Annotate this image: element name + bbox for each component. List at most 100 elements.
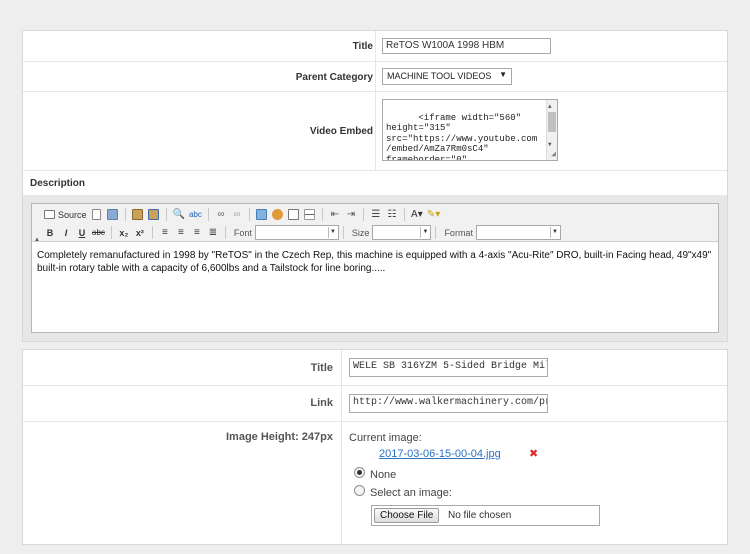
video-form-panel: Title ReTOS W100A 1998 HBM Parent Catego…: [22, 30, 728, 342]
source-label: Source: [58, 209, 87, 220]
scroll-up-icon[interactable]: ▲: [548, 102, 552, 113]
unlink-icon: ∞: [233, 209, 241, 220]
paste-button[interactable]: [130, 207, 146, 223]
image-height-value: 247px: [301, 431, 333, 443]
link-input[interactable]: http://www.walkermachinery.com/pro: [349, 394, 548, 413]
preview-icon: [107, 209, 119, 220]
description-label: Description: [30, 178, 86, 189]
radio-select-image[interactable]: [354, 485, 365, 496]
font-dropdown-icon: ▼: [327, 227, 337, 238]
underline-button[interactable]: U: [74, 225, 90, 241]
delete-image-icon[interactable]: ✖: [529, 447, 538, 460]
title-input[interactable]: ReTOS W100A 1998 HBM: [382, 38, 551, 54]
size-combo[interactable]: ▼: [372, 225, 432, 240]
paste-word-button[interactable]: [146, 207, 162, 223]
spellcheck-button[interactable]: abc: [187, 207, 204, 223]
resize-grip-icon[interactable]: ◢: [551, 150, 556, 161]
align-left-icon: ≡: [161, 227, 168, 238]
category-row: Parent Category MACHINE TOOL VIDEOS ▼: [23, 62, 727, 92]
bulleted-list-icon: ☷: [387, 209, 397, 220]
radio-none-label: None: [370, 469, 397, 481]
paste-word-icon: [148, 209, 160, 220]
indent-icon: ⇥: [346, 209, 356, 220]
background-color-button[interactable]: ✎▾: [425, 207, 442, 223]
align-center-button[interactable]: ≡: [173, 225, 189, 241]
source-button[interactable]: Source: [42, 207, 89, 223]
link-title-input[interactable]: WELE SB 316YZM 5-Sided Bridge Mill: [349, 358, 548, 377]
link-title-label: Title: [310, 362, 333, 374]
title-label: Title: [352, 41, 373, 52]
format-label: Format: [444, 227, 473, 238]
strike-button[interactable]: abc: [90, 225, 107, 241]
numbered-list-icon: ☰: [371, 209, 381, 220]
italic-button[interactable]: I: [58, 225, 74, 241]
numbered-list-button[interactable]: ☰: [368, 207, 384, 223]
image-height-label: Image Height: 247px: [23, 431, 333, 443]
flash-button[interactable]: [270, 207, 286, 223]
image-icon: [256, 209, 268, 220]
image-height-caption: Image Height:: [226, 431, 299, 443]
no-file-chosen-text: No file chosen: [448, 510, 512, 521]
choose-file-button[interactable]: Choose File: [374, 508, 440, 523]
editor-wrapper: ▲ Source 🔍 abc ∞ ∞ ⇤ ⇥ ☰ ☷ A▾ ✎▾ B I U a…: [23, 195, 727, 341]
align-justify-icon: ≣: [208, 227, 218, 238]
align-justify-button[interactable]: ≣: [205, 225, 221, 241]
category-select-value: MACHINE TOOL VIDEOS: [387, 71, 492, 81]
unlink-button[interactable]: ∞: [229, 207, 245, 223]
embed-label: Video Embed: [309, 126, 373, 137]
find-button[interactable]: 🔍: [171, 207, 187, 223]
indent-button[interactable]: ⇥: [343, 207, 359, 223]
radio-select-image-label: Select an image:: [370, 487, 452, 499]
align-center-icon: ≡: [177, 227, 184, 238]
image-row: Image Height: 247px Current image: 2017-…: [23, 422, 727, 544]
background-color-icon: ✎▾: [426, 209, 441, 220]
size-label: Size: [351, 227, 370, 238]
bold-button[interactable]: B: [42, 225, 58, 241]
table-button[interactable]: [286, 207, 302, 223]
spellcheck-icon: abc: [188, 210, 202, 219]
superscript-button[interactable]: x²: [132, 225, 148, 241]
link-row: Link http://www.walkermachinery.com/pro: [23, 386, 727, 422]
align-right-button[interactable]: ≡: [189, 225, 205, 241]
link-label: Link: [310, 397, 333, 409]
text-color-icon: A▾: [411, 209, 423, 220]
toolbar-row-2: B I U abc x₂ x² ≡ ≡ ≡ ≣ Font ▼ Size ▼ Fo…: [42, 224, 561, 241]
image-button[interactable]: [254, 207, 270, 223]
link-form-panel: Title WELE SB 316YZM 5-Sided Bridge Mill…: [22, 349, 728, 545]
title-row: Title ReTOS W100A 1998 HBM: [23, 31, 727, 62]
embed-textarea[interactable]: <iframe width="560" height="315" src="ht…: [382, 99, 558, 161]
format-combo[interactable]: ▼: [475, 225, 561, 240]
align-left-button[interactable]: ≡: [157, 225, 173, 241]
new-page-button[interactable]: [89, 207, 105, 223]
find-icon: 🔍: [172, 209, 185, 220]
link-icon: ∞: [217, 209, 225, 220]
rich-text-editor: ▲ Source 🔍 abc ∞ ∞ ⇤ ⇥ ☰ ☷ A▾ ✎▾ B I U a…: [31, 203, 719, 333]
description-header: Description: [23, 171, 727, 197]
outdent-icon: ⇤: [330, 209, 340, 220]
text-color-button[interactable]: A▾: [409, 207, 425, 223]
current-image-link[interactable]: 2017-03-06-15-00-04.jpg: [379, 448, 501, 460]
source-icon: [44, 210, 55, 219]
subscript-button[interactable]: x₂: [116, 225, 132, 241]
format-dropdown-icon: ▼: [549, 227, 559, 238]
embed-textarea-value: <iframe width="560" height="315" src="ht…: [386, 112, 538, 161]
category-label: Parent Category: [295, 72, 373, 83]
file-input[interactable]: Choose File No file chosen: [371, 505, 600, 526]
collapse-toolbar-icon[interactable]: ▲: [34, 237, 40, 243]
new-page-icon: [92, 209, 102, 220]
horizontal-rule-button[interactable]: [302, 207, 318, 223]
editor-content[interactable]: Completely remanufactured in 1998 by "Re…: [37, 250, 713, 275]
scroll-down-icon[interactable]: ▼: [548, 140, 552, 151]
radio-none[interactable]: [354, 467, 365, 478]
paste-icon: [132, 209, 144, 220]
bulleted-list-button[interactable]: ☷: [384, 207, 400, 223]
horizontal-rule-icon: [304, 209, 316, 220]
font-label: Font: [233, 227, 252, 238]
chevron-down-icon: ▼: [499, 70, 507, 79]
font-combo[interactable]: ▼: [254, 225, 339, 240]
category-select[interactable]: MACHINE TOOL VIDEOS ▼: [382, 68, 512, 85]
preview-button[interactable]: [105, 207, 121, 223]
link-button[interactable]: ∞: [213, 207, 229, 223]
outdent-button[interactable]: ⇤: [327, 207, 343, 223]
scroll-thumb[interactable]: [548, 112, 556, 132]
